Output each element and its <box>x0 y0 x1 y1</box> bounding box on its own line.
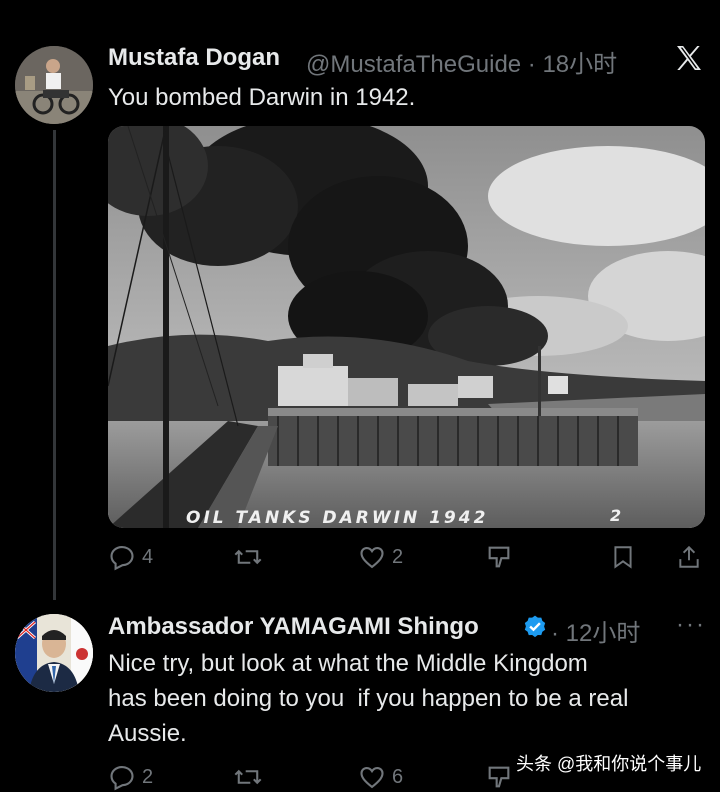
tweet2-time[interactable]: · 12小时 <box>551 613 640 648</box>
tweet1-reply-count: 4 <box>142 545 154 568</box>
tweet1-like-button[interactable]: 2 <box>358 542 403 572</box>
tweet2-like-button[interactable]: 6 <box>358 762 403 792</box>
tweet2-text-line-3: Aussie. <box>108 720 187 747</box>
tweet2-display-name[interactable]: Ambassador YAMAGAMI Shingo <box>108 613 479 641</box>
avatar-yamagami[interactable] <box>15 614 93 692</box>
tweet2-like-count: 6 <box>392 765 404 788</box>
tweet1-share-button[interactable] <box>676 542 702 572</box>
toutiao-watermark: 头条 @我和你说个事儿 <box>516 754 702 774</box>
avatar-mustafa[interactable] <box>15 46 93 124</box>
tweet2-reply-count: 2 <box>142 765 154 788</box>
tweet2-retweet-button[interactable] <box>233 762 263 792</box>
verified-badge-icon <box>522 614 548 640</box>
tweet1-retweet-button[interactable] <box>233 542 263 572</box>
like-icon <box>360 546 384 569</box>
avatar-photo <box>15 614 93 692</box>
bookmark-icon <box>614 546 632 569</box>
photo-number-text: 2 <box>610 506 621 525</box>
tweet2-text-line-2: has been doing to you if you happen to b… <box>108 685 629 712</box>
tweet1-bookmark-button[interactable] <box>610 542 636 572</box>
darwin-1942-photo: OIL TANKS DARWIN 1942 2 <box>108 126 705 528</box>
share-icon <box>679 545 699 568</box>
tweet2-downvote-button[interactable] <box>485 762 513 792</box>
thread-connector-line <box>53 130 56 600</box>
tweet1-text: You bombed Darwin in 1942. <box>108 84 416 111</box>
tweet1-like-count: 2 <box>392 545 404 568</box>
tweet1-photo[interactable]: OIL TANKS DARWIN 1942 2 <box>108 126 705 528</box>
more-icon[interactable]: ··· <box>676 611 706 639</box>
tweet2-reply-button[interactable]: 2 <box>108 762 153 792</box>
tweet1-display-name[interactable]: Mustafa Dogan <box>108 44 280 72</box>
retweet-icon <box>234 549 262 565</box>
tweet1-handle-time[interactable]: @MustafaTheGuide · 18小时 <box>306 44 617 79</box>
downvote-icon <box>488 546 510 568</box>
tweet1-reply-button[interactable]: 4 <box>108 542 153 572</box>
avatar-photo <box>15 46 93 124</box>
tweet1-downvote-button[interactable] <box>485 542 513 572</box>
tweet2-text-line-1: Nice try, but look at what the Middle Ki… <box>108 650 588 677</box>
x-logo-icon[interactable] <box>671 40 707 76</box>
photo-caption-text: OIL TANKS DARWIN 1942 <box>186 508 488 528</box>
reply-icon <box>110 546 134 571</box>
